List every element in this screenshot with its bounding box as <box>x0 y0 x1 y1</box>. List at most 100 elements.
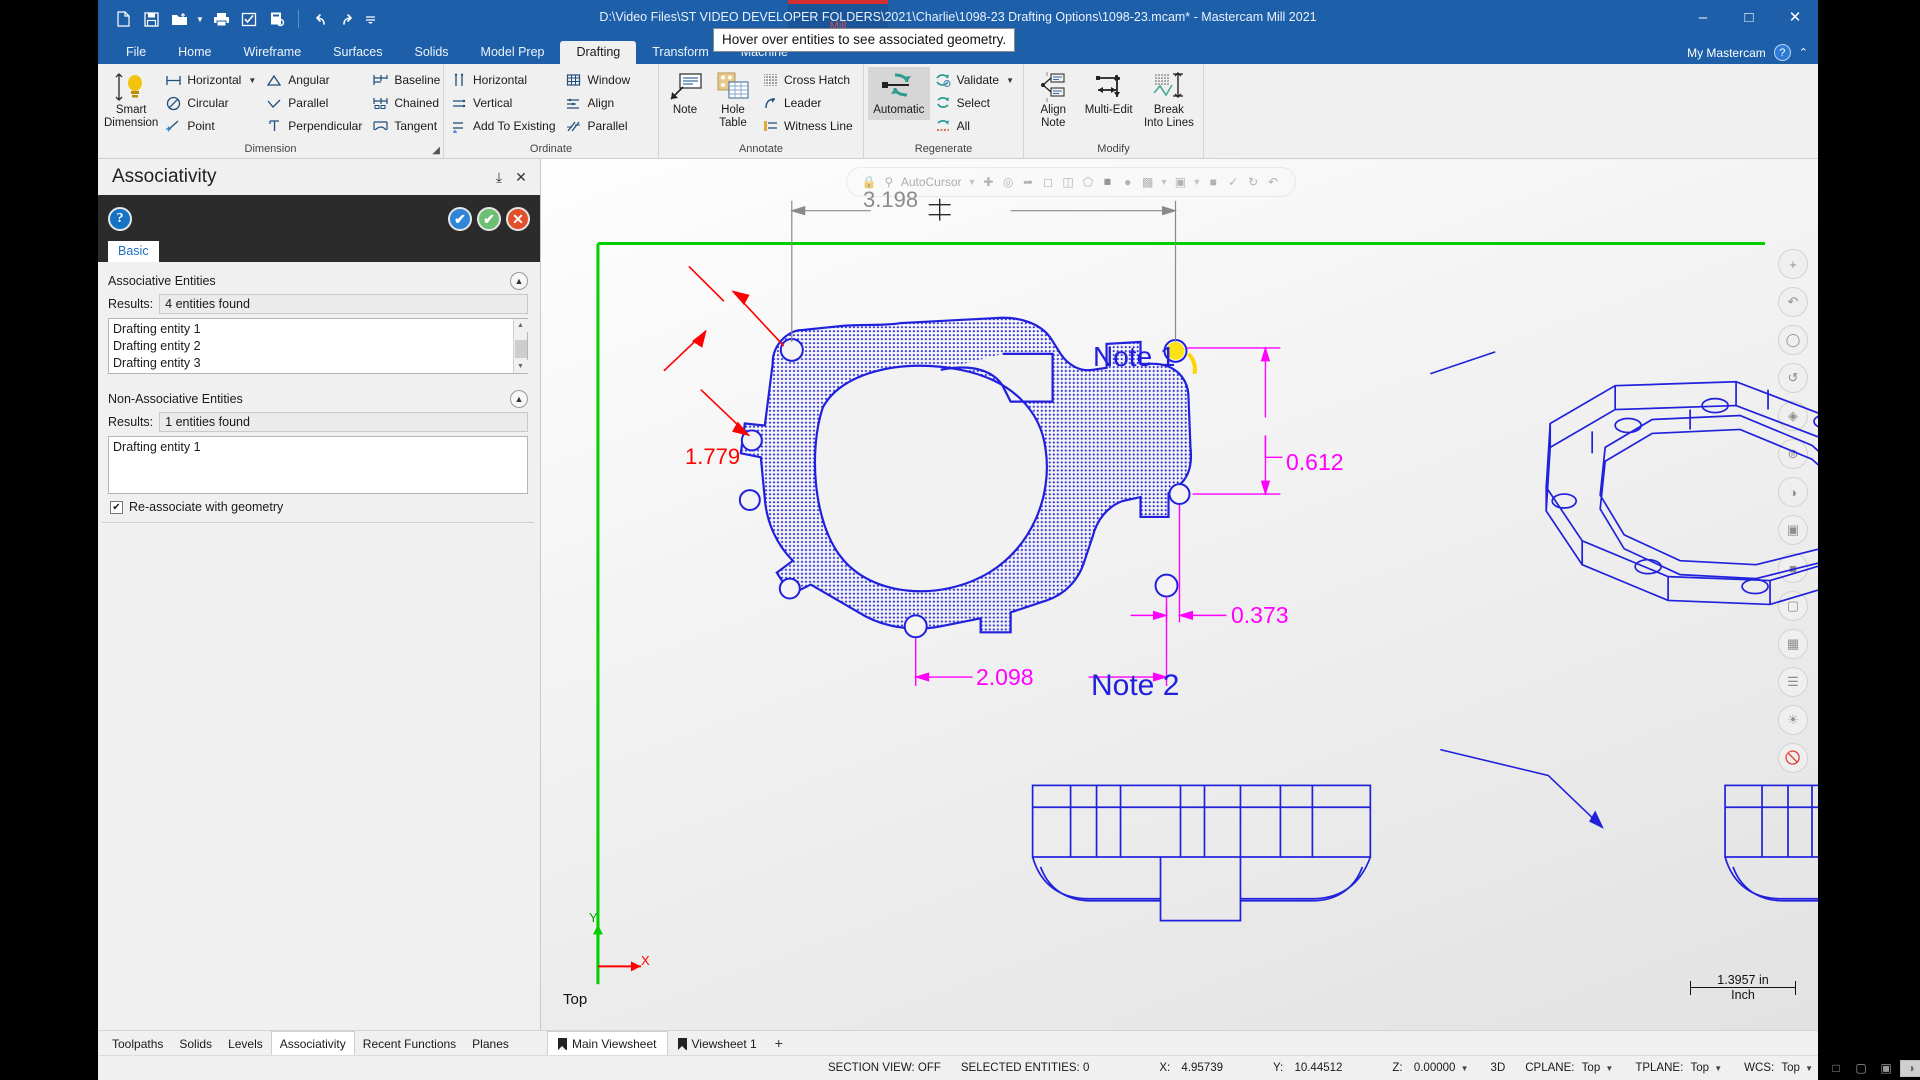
open-folder-icon[interactable] <box>166 6 192 32</box>
status-tplane[interactable]: TPLANE: Top ▼ <box>1625 1062 1734 1074</box>
pin-icon[interactable]: ⤓ <box>488 166 510 188</box>
shaded-toggle-icon[interactable]: ▣ <box>1875 1060 1897 1077</box>
hole-table-button[interactable]: Hole Table <box>709 67 757 133</box>
wireframe-toggle-icon[interactable]: □ <box>1825 1060 1847 1077</box>
tab-toolpaths[interactable]: Toolpaths <box>104 1031 171 1055</box>
panel-tab-basic[interactable]: Basic <box>108 241 159 262</box>
dimension-0612[interactable] <box>1186 346 1283 496</box>
witness-line-button[interactable]: Witness Line <box>759 115 858 137</box>
list-item[interactable]: Drafting entity 3 <box>113 355 513 372</box>
scroll-thumb[interactable] <box>515 340 527 358</box>
smart-dimension-button[interactable]: Smart Dimension <box>102 67 160 133</box>
tab-wireframe[interactable]: Wireframe <box>228 41 318 64</box>
dim-chained-button[interactable]: Chained <box>369 92 445 114</box>
dim-angular-button[interactable]: Angular <box>263 69 367 91</box>
ordinate-align-button[interactable]: Align <box>563 92 636 114</box>
panel-reselect-button[interactable]: ✔ <box>448 207 472 231</box>
ordinate-add-to-existing-button[interactable]: Add To Existing <box>448 115 561 137</box>
re-associate-checkbox-row[interactable]: ✔ Re-associate with geometry <box>102 494 534 514</box>
cross-hatch-button[interactable]: Cross Hatch <box>759 69 858 91</box>
chevron-down-icon[interactable]: ▼ <box>1603 1064 1615 1073</box>
leader-button[interactable]: Leader <box>759 92 858 114</box>
dimension-0373[interactable] <box>1130 505 1227 623</box>
status-cplane[interactable]: CPLANE: Top ▼ <box>1515 1062 1625 1074</box>
panel-close-icon[interactable]: ✕ <box>510 166 532 188</box>
list-item[interactable]: Drafting entity 2 <box>113 338 513 355</box>
dim-circular-button[interactable]: Circular <box>162 92 261 114</box>
note-button[interactable]: Note <box>663 67 707 120</box>
graphics-viewport[interactable]: 🔒 ⚲ AutoCursor ▼ ✚ ◎ ➦ ◻ ◫ ⬠ ◾ ● ▩ ▼ ▣ ▼… <box>541 159 1818 1030</box>
chevron-up-icon[interactable]: ▲ <box>510 272 528 290</box>
status-wcs[interactable]: WCS: Top ▼ <box>1734 1062 1825 1074</box>
close-button[interactable]: ✕ <box>1772 0 1818 34</box>
status-z[interactable]: Z: 0.00000 ▼ <box>1352 1062 1480 1074</box>
undo-icon[interactable] <box>307 6 333 32</box>
ordinate-window-button[interactable]: Window <box>563 69 636 91</box>
associative-entities-list[interactable]: Drafting entity 1 Drafting entity 2 Draf… <box>108 318 528 374</box>
tab-main-viewsheet[interactable]: Main Viewsheet <box>547 1031 668 1055</box>
select-regen-button[interactable]: Select <box>932 92 1019 114</box>
all-regen-button[interactable]: All <box>932 115 1019 137</box>
zoom-window-icon[interactable] <box>264 6 290 32</box>
tab-transform[interactable]: Transform <box>636 41 725 64</box>
associative-list-scrollbar[interactable]: ▲ ▼ <box>513 319 528 373</box>
scroll-down-icon[interactable]: ▼ <box>513 360 528 373</box>
dim-baseline-button[interactable]: Baseline <box>369 69 445 91</box>
chevron-down-icon[interactable]: ▼ <box>1459 1064 1471 1073</box>
tab-planes[interactable]: Planes <box>464 1031 517 1055</box>
chevron-up-icon[interactable]: ▲ <box>510 390 528 408</box>
redo-icon[interactable] <box>335 6 361 32</box>
re-associate-checkbox[interactable]: ✔ <box>110 500 123 514</box>
hidden-line-toggle-icon[interactable]: ▢ <box>1850 1060 1872 1077</box>
chevron-down-icon[interactable]: ▼ <box>248 76 256 85</box>
add-viewsheet-button[interactable]: + <box>767 1031 791 1055</box>
dim-tangent-button[interactable]: Tangent <box>369 115 445 137</box>
new-file-icon[interactable] <box>110 6 136 32</box>
note-1-leader[interactable] <box>1430 351 1496 375</box>
list-item[interactable]: Drafting entity 1 <box>113 439 527 456</box>
print-preview-icon[interactable] <box>236 6 262 32</box>
tab-solids[interactable]: Solids <box>171 1031 220 1055</box>
status-mode-3d[interactable]: 3D <box>1481 1062 1516 1074</box>
multi-edit-button[interactable]: Multi-Edit <box>1081 67 1137 120</box>
print-icon[interactable] <box>208 6 234 32</box>
dim-parallel-button[interactable]: Parallel <box>263 92 367 114</box>
tab-surfaces[interactable]: Surfaces <box>317 41 398 64</box>
panel-help-button[interactable]: ? <box>108 207 132 231</box>
save-icon[interactable] <box>138 6 164 32</box>
panel-ok-button[interactable]: ✔ <box>477 207 501 231</box>
note-2-leader[interactable] <box>1440 748 1604 829</box>
tab-home[interactable]: Home <box>162 41 227 64</box>
list-item[interactable]: Drafting entity 1 <box>113 321 513 338</box>
validate-button[interactable]: Validate ▼ <box>932 69 1019 91</box>
align-note-button[interactable]: Align Note <box>1028 67 1079 133</box>
customize-qat-icon[interactable] <box>363 6 377 32</box>
my-mastercam-link[interactable]: My Mastercam <box>1687 46 1766 60</box>
gouraud-shading-icon[interactable]: ◑ <box>1900 1059 1920 1077</box>
tab-drafting[interactable]: Drafting <box>560 41 637 64</box>
scroll-up-icon[interactable]: ▲ <box>513 319 528 332</box>
tab-solids[interactable]: Solids <box>399 41 465 64</box>
tab-file[interactable]: File <box>110 41 162 64</box>
status-section-view[interactable]: SECTION VIEW: OFF <box>818 1062 951 1074</box>
break-into-lines-button[interactable]: Break Into Lines <box>1139 67 1199 133</box>
dim-perpendicular-button[interactable]: Perpendicular <box>263 115 367 137</box>
panel-cancel-button[interactable]: ✕ <box>506 207 530 231</box>
chevron-down-icon[interactable]: ▼ <box>1803 1064 1815 1073</box>
tab-associativity[interactable]: Associativity <box>270 1031 355 1055</box>
chevron-down-icon[interactable]: ▼ <box>1712 1064 1724 1073</box>
tab-levels[interactable]: Levels <box>220 1031 271 1055</box>
tab-model-prep[interactable]: Model Prep <box>465 41 561 64</box>
help-icon[interactable]: ? <box>1773 44 1791 61</box>
dimension-dialog-launcher[interactable]: ◢ <box>432 145 440 156</box>
tab-recent-functions[interactable]: Recent Functions <box>355 1031 464 1055</box>
maximize-button[interactable]: □ <box>1726 0 1772 34</box>
non-associative-entities-list[interactable]: Drafting entity 1 <box>108 436 528 494</box>
ordinate-parallel-button[interactable]: Parallel <box>563 115 636 137</box>
ordinate-vertical-button[interactable]: Vertical <box>448 92 561 114</box>
chevron-down-icon[interactable]: ▼ <box>1006 76 1014 85</box>
ordinate-horizontal-button[interactable]: Horizontal <box>448 69 561 91</box>
collapse-ribbon-icon[interactable]: ⌃ <box>1799 46 1808 59</box>
dim-point-button[interactable]: Point <box>162 115 261 137</box>
dim-horizontal-button[interactable]: Horizontal ▼ <box>162 69 261 91</box>
